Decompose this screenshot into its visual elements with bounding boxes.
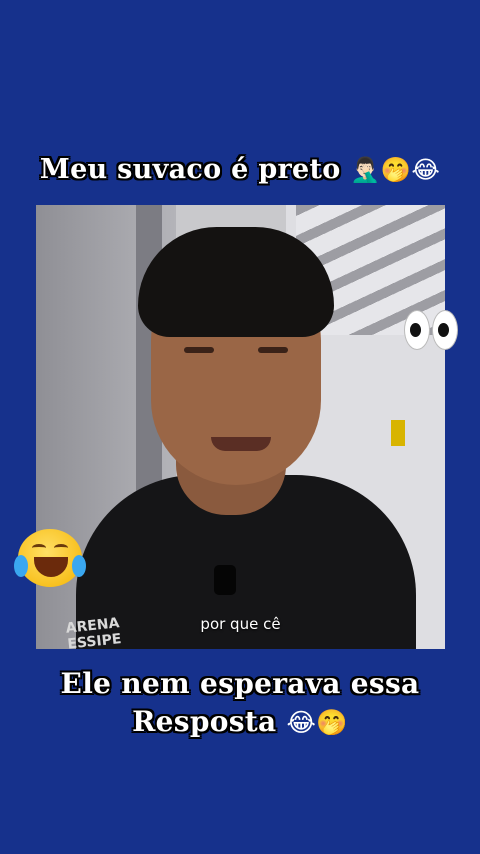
wall-outlet — [391, 420, 405, 446]
person-hair — [138, 227, 334, 337]
lapel-mic — [214, 565, 236, 595]
bottom-caption-line1: Ele nem esperava essa — [60, 667, 420, 700]
top-caption-emojis: 🤦🏻‍♂️🤭😂 — [350, 155, 441, 184]
person-eye-left — [184, 347, 214, 353]
top-caption: Meu suvaco é preto 🤦🏻‍♂️🤭😂 — [0, 150, 480, 190]
eyeball-left — [404, 310, 430, 350]
person-mouth — [211, 437, 271, 451]
laughing-tears-icon — [14, 529, 86, 587]
eyeball-right — [432, 310, 458, 350]
video-frame[interactable]: ARENA ESSIPE por que cê — [36, 205, 445, 649]
bottom-caption-emojis: 😂🤭 — [286, 708, 348, 737]
top-caption-text: Meu suvaco é preto — [39, 154, 341, 185]
bottom-caption-line2: Resposta — [132, 705, 277, 738]
bottom-caption: Ele nem esperava essa Resposta 😂🤭 — [0, 665, 480, 742]
video-subtitle: por que cê — [200, 615, 281, 633]
person-eye-right — [258, 347, 288, 353]
bottom-caption-line2-wrap: Resposta 😂🤭 — [0, 703, 480, 742]
eyes-icon — [404, 310, 460, 350]
